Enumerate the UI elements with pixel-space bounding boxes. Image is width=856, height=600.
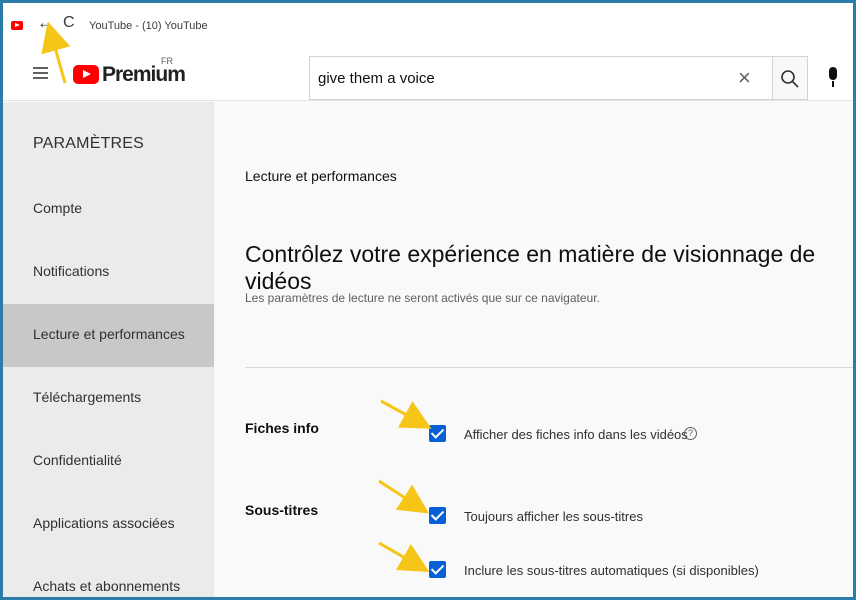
sidebar-item-label: Lecture et performances [33,326,185,342]
sidebar-item-telechargements[interactable]: Téléchargements [3,367,214,430]
sidebar-item-notifications[interactable]: Notifications [3,241,214,304]
youtube-favicon-icon [11,21,23,30]
youtube-header: Premium FR give them a voice × [3,43,853,101]
sidebar-item-confidentialite[interactable]: Confidentialité [3,430,214,493]
auto-subtitles-checkbox[interactable] [429,561,446,578]
subtitles-label: Sous-titres [245,502,319,518]
auto-subtitles-label: Inclure les sous-titres automatiques (si… [464,563,759,578]
clear-search-icon[interactable]: × [738,65,751,91]
sidebar-item-applications[interactable]: Applications associées [3,493,214,556]
search-button[interactable] [772,56,808,100]
page-heading: Contrôlez votre expérience en matière de… [245,241,816,294]
reload-icon[interactable]: C [63,14,75,32]
sidebar-item-compte[interactable]: Compte [3,178,214,241]
search-icon [781,70,799,88]
logo-text[interactable]: Premium [102,63,186,87]
search-value: give them a voice [318,70,435,87]
search-input[interactable]: give them a voice × [309,56,772,100]
sidebar-item-label: Applications associées [33,515,175,531]
info-cards-label: Fiches info [245,420,319,436]
country-code: FR [161,56,173,66]
sidebar-title: PARAMÈTRES [33,135,145,152]
sidebar-item-label: Téléchargements [33,389,142,405]
browser-title-bar: ← C YouTube - (10) YouTube [3,3,853,43]
back-arrow-icon[interactable]: ← [37,13,54,33]
youtube-logo-icon[interactable] [73,65,99,84]
sidebar-item-label: Notifications [33,263,110,279]
info-cards-option-label: Afficher des fiches info dans les vidéos [464,427,688,442]
hamburger-menu-icon[interactable] [33,67,48,79]
always-subtitles-label: Toujours afficher les sous-titres [464,509,643,524]
sidebar-item-label: Compte [33,200,83,216]
sidebar-item-lecture-performances[interactable]: Lecture et performances [3,304,214,367]
info-cards-checkbox[interactable] [429,425,446,442]
sidebar-item-label: Confidentialité [33,452,122,468]
screenshot-frame: ← C YouTube - (10) YouTube Premium FR gi… [0,0,856,600]
sidebar-item-achats[interactable]: Achats et abonnements [3,556,214,597]
sidebar-item-label: Achats et abonnements [33,578,181,594]
settings-main: Lecture et performances Contrôlez votre … [214,102,853,597]
tab-title: YouTube - (10) YouTube [89,20,208,32]
microphone-icon[interactable] [829,67,837,87]
always-subtitles-checkbox[interactable] [429,507,446,524]
help-icon[interactable]: ? [684,427,697,440]
page-subheading: Les paramètres de lecture ne seront acti… [245,291,600,305]
section-divider [245,367,853,368]
section-title: Lecture et performances [245,168,397,184]
settings-sidebar: PARAMÈTRES Compte Notifications Lecture … [3,102,214,597]
